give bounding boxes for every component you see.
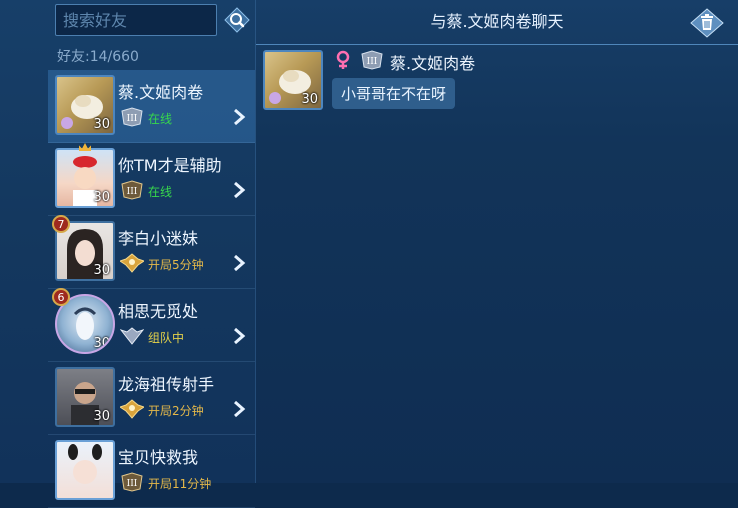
search-input[interactable] — [55, 4, 217, 36]
avatar-level: 30 — [93, 190, 110, 205]
delete-chat-button[interactable] — [690, 8, 724, 38]
friend-row[interactable]: 宝贝快救我 III 开局11分钟 — [48, 435, 255, 508]
rank-badge-icon: III — [121, 107, 143, 127]
chevron-right-icon[interactable] — [231, 326, 247, 346]
friend-name: 李白小迷妹 — [118, 229, 199, 248]
friend-name: 相思无觅处 — [118, 302, 199, 321]
avatar-level: 30 — [93, 336, 110, 351]
rank-numeral: III — [127, 114, 138, 124]
sender-name: 蔡.文姬肉卷 — [390, 54, 476, 73]
rank-numeral: III — [127, 479, 138, 489]
chevron-right-icon[interactable] — [231, 399, 247, 419]
friend-row[interactable]: 30 6 相思无觅处 组队中 — [48, 288, 255, 362]
avatar[interactable]: 30 — [55, 75, 115, 135]
message-bubble: 小哥哥在不在呀 — [332, 78, 456, 109]
rank-badge-icon — [120, 253, 144, 273]
rank-badge-icon: III — [121, 180, 143, 200]
chat-title: 与蔡.文姬肉卷聊天 — [256, 0, 738, 45]
chevron-right-icon[interactable] — [231, 107, 247, 127]
friend-status: 开局2分钟 — [148, 404, 204, 418]
friend-status: 开局5分钟 — [148, 258, 204, 272]
friend-row[interactable]: 30 7 李白小迷妹 开局5分钟 — [48, 215, 255, 289]
avatar-level: 30 — [93, 263, 110, 278]
friend-name: 龙海祖传射手 — [118, 375, 215, 394]
friend-status: 在线 — [148, 112, 173, 126]
friend-name: 你TM才是辅助 — [118, 156, 222, 175]
avatar-level: 30 — [93, 409, 110, 424]
friend-name: 蔡.文姬肉卷 — [118, 83, 204, 102]
rank-badge-icon — [120, 399, 144, 419]
avatar-level: 30 — [301, 92, 318, 107]
rank-badge-icon — [120, 327, 144, 345]
friend-status: 在线 — [148, 185, 173, 199]
avatar[interactable]: 30 — [55, 148, 115, 208]
rank-badge-icon: III — [361, 50, 383, 70]
sender-avatar[interactable]: 30 — [263, 50, 323, 110]
avatar[interactable] — [55, 440, 115, 500]
friends-panel: 好友:14/660 30 蔡.文姬肉卷 III 在线 — [0, 0, 256, 508]
friend-count: 好友:14/660 — [57, 49, 139, 65]
avatar[interactable]: 30 — [55, 367, 115, 427]
friend-status: 开局11分钟 — [148, 477, 212, 491]
crown-icon — [79, 143, 91, 151]
notification-badge: 7 — [52, 215, 70, 233]
friend-row[interactable]: 30 蔡.文姬肉卷 III 在线 — [48, 70, 255, 143]
friend-name: 宝贝快救我 — [118, 448, 199, 467]
rank-numeral: III — [127, 187, 138, 197]
chevron-right-icon[interactable] — [231, 253, 247, 273]
avatar-level: 30 — [93, 117, 110, 132]
trash-icon — [690, 8, 724, 38]
friend-row[interactable]: 30 龙海祖传射手 开局2分钟 — [48, 362, 255, 435]
chat-panel: 与蔡.文姬肉卷聊天 30 III 蔡.文姬肉卷 小哥哥在不在呀 — [256, 0, 738, 483]
search-icon — [224, 7, 250, 33]
rank-badge-icon: III — [121, 472, 143, 492]
female-icon — [336, 50, 350, 69]
rank-numeral: III — [367, 57, 378, 67]
search-button[interactable] — [224, 7, 250, 33]
friend-row[interactable]: 30 你TM才是辅助 III 在线 — [48, 143, 255, 216]
friend-list: 30 蔡.文姬肉卷 III 在线 30 你TM才是辅助 III 在线 30 7 … — [48, 70, 255, 508]
notification-badge: 6 — [52, 288, 70, 306]
friend-status: 组队中 — [148, 331, 185, 345]
chevron-right-icon[interactable] — [231, 180, 247, 200]
